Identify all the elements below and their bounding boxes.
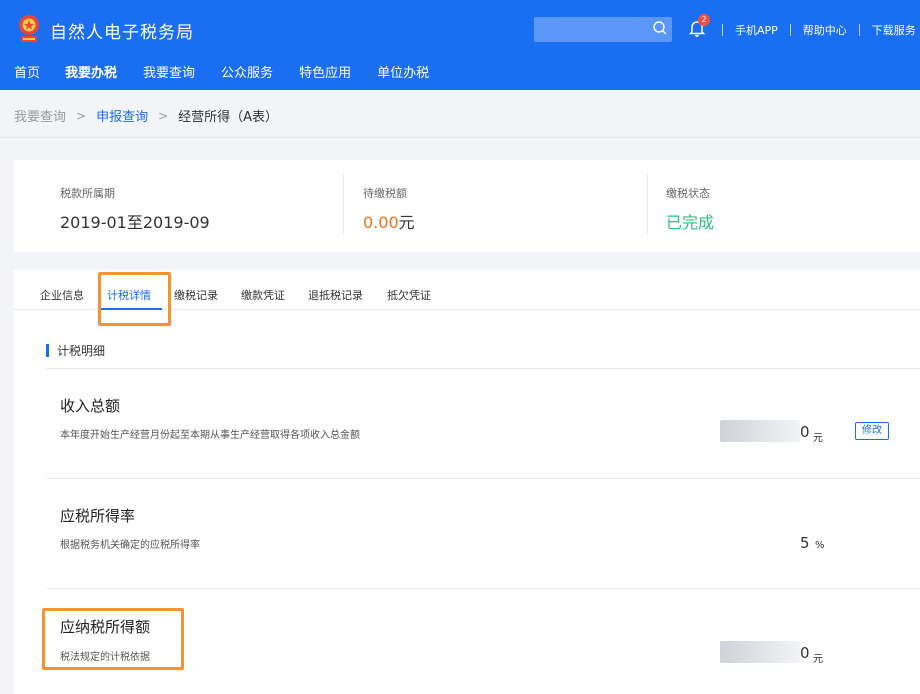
breadcrumb: 我要查询 > 申报查询 > 经营所得（A表） (14, 106, 279, 126)
nav-item-query[interactable]: 我要查询 (130, 64, 208, 84)
divider (789, 24, 791, 36)
nav-item-tax-handling[interactable]: 我要办税 (52, 64, 130, 84)
breadcrumb-query[interactable]: 我要查询 (14, 106, 66, 125)
divider (858, 24, 860, 36)
row-value: 0 (800, 644, 810, 662)
top-header: 自然人电子税务局 2 手机APP 帮助中心 下载服务 首页 我要办税 我要查询 … (0, 0, 920, 90)
tax-due: 待缴税额 0.00元 (363, 185, 415, 233)
chevron-right-icon: > (76, 108, 87, 123)
top-links: 手机APP 帮助中心 下载服务 (722, 22, 916, 38)
section-title: 计税明细 (57, 344, 106, 358)
tax-period-label: 税款所属期 (60, 187, 115, 200)
divider (722, 24, 723, 36)
row-desc: 本年度开始生产经营月份起至本期从事生产经营取得各项收入总金额 (60, 430, 360, 441)
row-value: 0 (800, 423, 810, 441)
search-input[interactable] (534, 17, 672, 42)
detail-panel: 企业信息 计税详情 缴税记录 缴款凭证 退抵税记录 抵欠凭证 计税明细 收入总额… (14, 270, 920, 694)
divider (647, 174, 648, 234)
tax-status-value: 已完成 (666, 213, 715, 232)
main-nav: 首页 我要办税 我要查询 公众服务 特色应用 单位办税 (0, 64, 442, 90)
breadcrumb-current: 经营所得（A表） (178, 110, 279, 125)
tax-due-value: 0.00 (363, 213, 399, 232)
tab-arrears-vouchers[interactable]: 抵欠凭证 (387, 287, 431, 303)
nav-item-special-apps[interactable]: 特色应用 (286, 64, 364, 84)
nav-item-public-service[interactable]: 公众服务 (208, 64, 286, 84)
mobile-app-link[interactable]: 手机APP (735, 22, 778, 38)
row-unit: 元 (813, 654, 823, 665)
tab-company-info[interactable]: 企业信息 (40, 287, 84, 303)
tab-payment-records[interactable]: 缴税记录 (174, 287, 218, 303)
help-center-link[interactable]: 帮助中心 (803, 22, 847, 38)
section-header: 计税明细 (46, 342, 105, 359)
row-title: 应税所得率 (60, 507, 136, 525)
detail-row-total-income: 收入总额 本年度开始生产经营月份起至本期从事生产经营取得各项收入总金额 0 元 … (46, 368, 920, 478)
tax-status: 缴税状态 已完成 (666, 185, 714, 233)
brand[interactable]: 自然人电子税务局 (14, 13, 194, 47)
edit-button[interactable]: 修改 (855, 422, 889, 440)
tax-due-label: 待缴税额 (363, 187, 407, 200)
tax-period: 税款所属期 2019-01至2019-09 (60, 185, 210, 233)
row-value: 5 (800, 534, 810, 552)
tax-status-label: 缴税状态 (666, 187, 710, 200)
tab-refund-records[interactable]: 退抵税记录 (308, 287, 363, 303)
chevron-right-icon: > (158, 108, 169, 123)
app-title: 自然人电子税务局 (50, 22, 194, 43)
nav-item-unit-tax[interactable]: 单位办税 (364, 64, 442, 84)
row-title: 收入总额 (60, 397, 121, 415)
tax-period-value: 2019-01至2019-09 (60, 213, 210, 232)
tab-payment-vouchers[interactable]: 缴款凭证 (241, 287, 285, 303)
nav-item-home[interactable]: 首页 (0, 64, 52, 84)
summary-card: 税款所属期 2019-01至2019-09 待缴税额 0.00元 缴税状态 已完… (14, 160, 920, 252)
breadcrumb-declaration-query[interactable]: 申报查询 (96, 106, 148, 125)
detail-row-taxable-rate: 应税所得率 根据税务机关确定的应税所得率 5 % (46, 478, 920, 588)
divider (343, 174, 344, 234)
tax-due-amount: 0.00元 (363, 209, 415, 233)
download-service-link[interactable]: 下载服务 (872, 22, 916, 38)
redacted-value (720, 420, 800, 442)
row-desc: 根据税务机关确定的应税所得率 (60, 540, 200, 551)
section-bar (46, 344, 49, 357)
search-icon[interactable] (652, 20, 668, 40)
tax-emblem-icon (14, 13, 44, 47)
highlight-box-row (42, 608, 184, 670)
tax-due-unit: 元 (398, 213, 415, 232)
notification-badge: 2 (698, 14, 710, 26)
breadcrumb-bar: 我要查询 > 申报查询 > 经营所得（A表） (0, 90, 920, 138)
redacted-value (720, 641, 800, 663)
row-unit: 元 (813, 433, 823, 444)
row-unit: % (815, 540, 825, 551)
highlight-box-tab (98, 272, 171, 326)
